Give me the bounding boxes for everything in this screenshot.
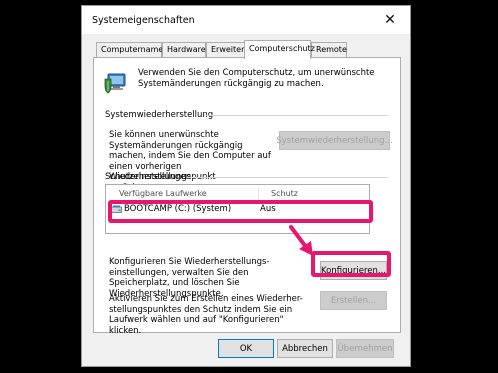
configure-description: Konfigurieren Sie Wiederherstellungs-ein… bbox=[109, 257, 270, 299]
create-description: Aktivieren Sie zum Erstellen eines Wiede… bbox=[109, 294, 303, 336]
configure-button-highlight bbox=[311, 251, 391, 277]
title-bar: Systemeigenschaften ✕ bbox=[82, 6, 410, 34]
protection-group-label: Schutzeinstellungen bbox=[105, 172, 192, 182]
protection-group-divider bbox=[187, 177, 388, 178]
restore-group-divider bbox=[204, 115, 388, 116]
column-header-protection[interactable]: Schutz bbox=[271, 189, 298, 198]
system-properties-dialog: Systemeigenschaften ✕ Computername Hardw… bbox=[81, 5, 411, 367]
shield-computer-icon bbox=[104, 73, 126, 94]
tab-panel-computerschutz: Verwenden Sie den Computerschutz, um une… bbox=[93, 57, 401, 336]
system-restore-button[interactable]: Systemwiederherstellung... bbox=[276, 131, 393, 150]
drive-row-highlight bbox=[108, 200, 373, 223]
tab-computername[interactable]: Computername bbox=[96, 42, 163, 58]
tab-computerschutz[interactable]: Computerschutz bbox=[244, 40, 315, 59]
close-icon[interactable]: ✕ bbox=[370, 6, 410, 34]
restore-group-label: Systemwiederherstellung bbox=[105, 110, 214, 120]
intro-text: Verwenden Sie den Computerschutz, um une… bbox=[138, 68, 375, 89]
tab-remote[interactable]: Remote bbox=[311, 42, 347, 58]
window-title: Systemeigenschaften bbox=[92, 15, 195, 26]
apply-button[interactable]: Übernehmen bbox=[336, 339, 394, 358]
column-separator bbox=[258, 187, 259, 200]
tab-erweitert[interactable]: Erweitert bbox=[206, 42, 248, 58]
create-button[interactable]: Erstellen... bbox=[320, 291, 387, 310]
tab-hardware[interactable]: Hardware bbox=[162, 42, 206, 58]
column-header-drives[interactable]: Verfügbare Laufwerke bbox=[119, 189, 207, 198]
cancel-button[interactable]: Abbrechen bbox=[277, 339, 333, 358]
ok-button[interactable]: OK bbox=[218, 339, 274, 358]
